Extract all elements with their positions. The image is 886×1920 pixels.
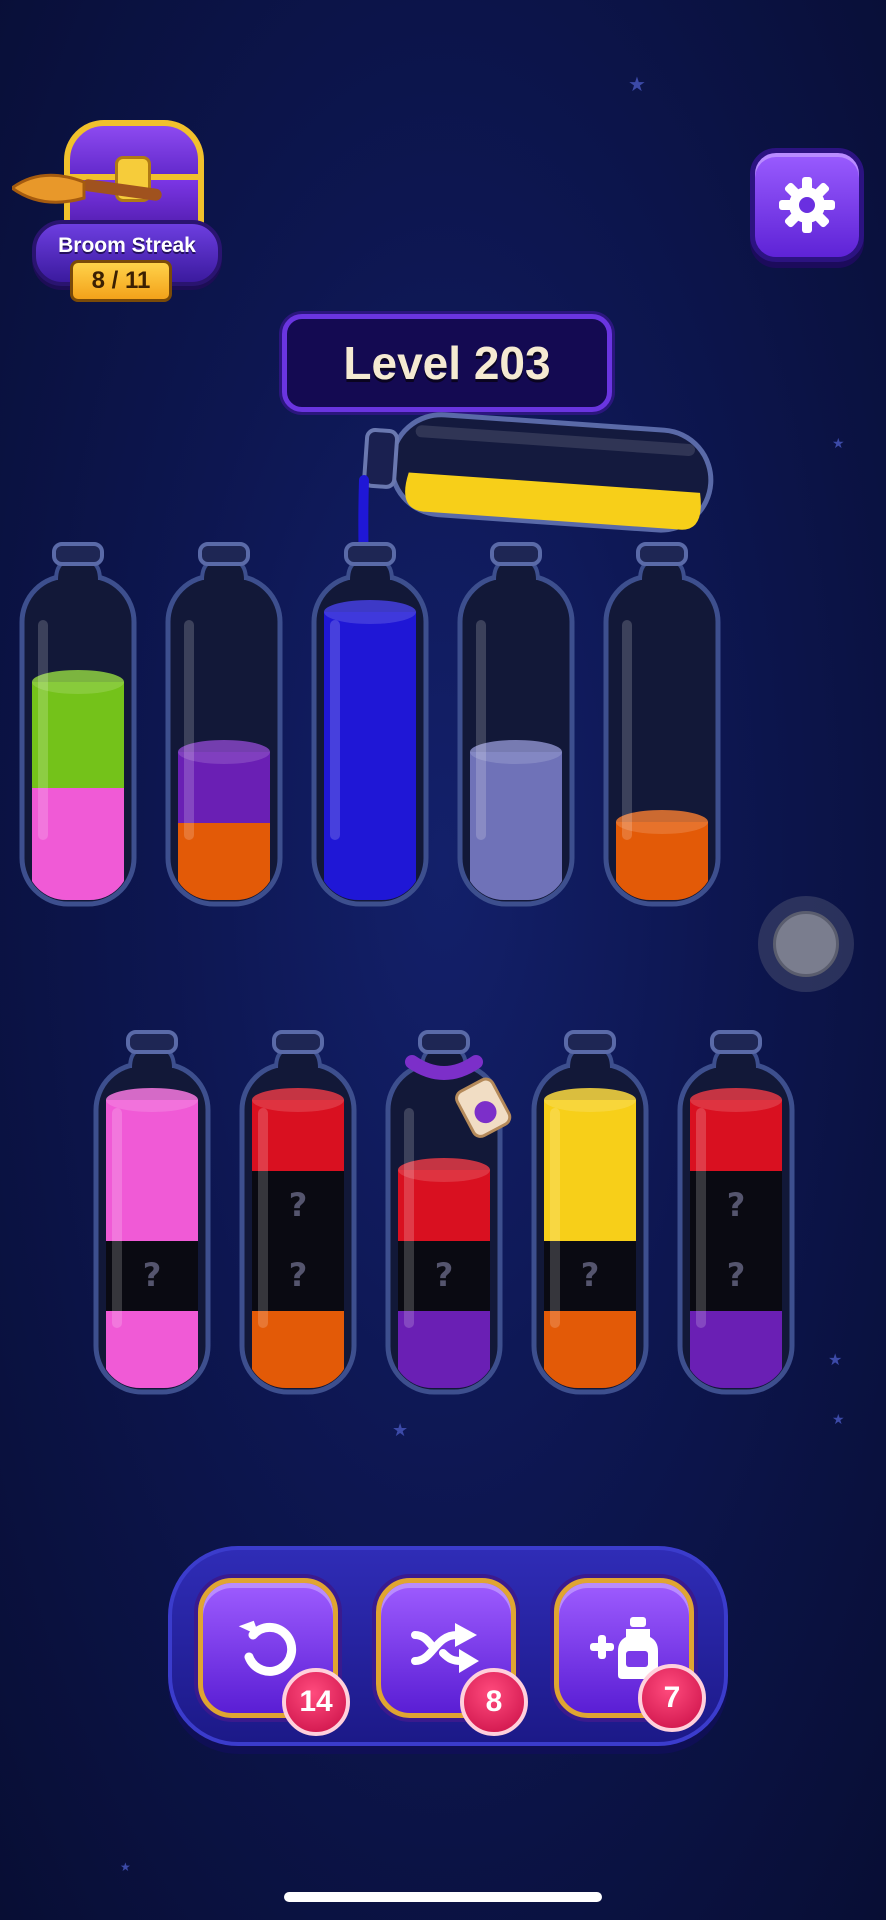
- hidden-layer-mark: ?: [727, 1186, 746, 1224]
- joystick-knob: [773, 911, 839, 977]
- star-decoration: ★: [828, 1350, 843, 1369]
- star-decoration: ★: [832, 1412, 845, 1428]
- add-bottle-count-badge: 7: [638, 1664, 706, 1732]
- broom-icon: [12, 173, 162, 204]
- hidden-layer-mark: ?: [435, 1256, 454, 1294]
- level-indicator: Level 203: [282, 314, 612, 412]
- top-bottle-1[interactable]: [18, 540, 138, 910]
- level-label: Level 203: [343, 337, 551, 389]
- top-bottle-4[interactable]: [456, 540, 576, 910]
- top-bottle-3[interactable]: [310, 540, 430, 910]
- assistive-touch-button[interactable]: [758, 896, 854, 992]
- star-decoration: ★: [628, 72, 646, 96]
- bottom-bottle-1[interactable]: ?: [92, 1028, 212, 1398]
- hidden-layer-mark: ?: [289, 1256, 308, 1294]
- star-decoration: ★: [832, 436, 845, 452]
- gear-icon: [779, 177, 835, 233]
- bottom-bottle-4[interactable]: ?: [530, 1028, 650, 1398]
- hidden-layer-mark: ?: [727, 1256, 746, 1294]
- star-decoration: ★: [120, 1860, 131, 1874]
- undo-icon: [238, 1620, 297, 1676]
- shuffle-count-badge: 8: [460, 1668, 528, 1736]
- star-decoration: ★: [392, 1420, 409, 1441]
- streak-count: 8 / 11: [70, 260, 172, 302]
- hidden-layer-mark: ?: [581, 1256, 600, 1294]
- bottom-bottle-2[interactable]: ??: [238, 1028, 358, 1398]
- undo-count-badge: 14: [282, 1668, 350, 1736]
- home-indicator[interactable]: [284, 1892, 602, 1902]
- top-bottle-5[interactable]: [602, 540, 722, 910]
- settings-button[interactable]: [750, 148, 864, 262]
- hidden-layer-mark: ?: [143, 1256, 162, 1294]
- broom-streak-badge[interactable]: Broom Streak 8 / 11: [12, 112, 222, 302]
- hidden-layer-mark: ?: [289, 1186, 308, 1224]
- bottom-bottle-3[interactable]: ?: [384, 1028, 512, 1398]
- top-bottle-2[interactable]: [164, 540, 284, 910]
- bottom-bottle-5[interactable]: ??: [676, 1028, 796, 1398]
- shuffle-icon: [411, 1623, 479, 1673]
- streak-label: Broom Streak: [58, 234, 196, 257]
